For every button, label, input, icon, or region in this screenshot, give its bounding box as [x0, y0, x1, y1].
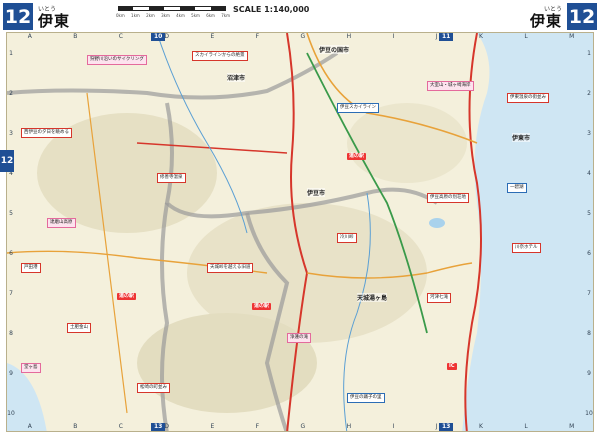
map-annotation[interactable]: 戸田港 [21, 263, 41, 273]
page-number-right: 12 [567, 3, 597, 30]
page-ref-tab[interactable]: 13 [439, 423, 454, 431]
map-annotation[interactable]: 西伊豆の夕日を眺める [21, 128, 72, 138]
place-label: 伊豆市 [307, 188, 326, 197]
page-ref-tab[interactable]: 13 [151, 423, 166, 431]
map-area[interactable]: A B C D E F G H I J K L M A B C D E F G … [6, 32, 594, 432]
grid-col: E [210, 33, 215, 40]
grid-col: K [478, 33, 483, 40]
map-annotation[interactable]: 松崎の町並み [137, 383, 170, 393]
grid-col: G [300, 33, 306, 40]
map-annotation[interactable]: 一碧湖 [507, 183, 527, 193]
map-annotation[interactable]: 伊東温泉の街並み [507, 93, 549, 103]
scale-tick: 4km [176, 13, 185, 18]
scale-tick: 3km [161, 13, 170, 18]
page-ref-tab[interactable]: 11 [439, 33, 454, 41]
grid-row: 1 [587, 49, 591, 57]
atlas-page: 12 いとう 伊東 0km 1km 2km 3km 4km 5km 6km 7k… [0, 0, 600, 432]
scale-ticks: 0km 1km 2km 3km 4km 5km 6km 7km [116, 13, 230, 18]
grid-col: M [569, 423, 575, 430]
map-graphics [7, 33, 593, 431]
page-ref-tab[interactable]: 10 [151, 33, 166, 41]
map-annotation[interactable]: 伊豆の踊子の里 [347, 393, 385, 403]
scale-bar [118, 6, 226, 11]
place-label: 沼津市 [227, 73, 246, 82]
place-name-right: 伊東 [529, 12, 562, 30]
map-annotation[interactable]: 河津七滝 [427, 293, 451, 303]
grid-col: J [435, 33, 438, 40]
scale-tick: 7km [221, 13, 230, 18]
scale-tick: 0km [116, 13, 125, 18]
grid-col: F [255, 33, 260, 40]
grid-col: A [27, 33, 32, 40]
map-annotation[interactable]: 達磨山高原 [47, 218, 76, 228]
grid-row: 5 [587, 209, 591, 217]
grid-col: B [73, 33, 78, 40]
grid-row: 10 [585, 409, 593, 417]
map-annotation[interactable]: 川奈ホテル [512, 243, 541, 253]
map-annotation[interactable]: スカイラインからの絶景 [192, 51, 248, 61]
grid-col: H [346, 33, 352, 40]
grid-col: H [346, 423, 352, 430]
map-annotation[interactable]: 伊豆高原の別荘地 [427, 193, 469, 203]
scale-label: SCALE 1:140,000 [233, 5, 310, 14]
page-number-left: 12 [3, 3, 33, 30]
grid-columns-top: A B C D E F G H I J K L M [7, 33, 593, 41]
grid-col: F [255, 423, 260, 430]
interchange-badge[interactable]: IC [447, 363, 457, 370]
grid-col: E [210, 423, 215, 430]
place-label: 天城湯ヶ島 [357, 293, 388, 302]
chapter-side-tab[interactable]: 12 [0, 150, 14, 172]
map-annotation[interactable]: 冷川峠 [337, 233, 357, 243]
grid-col: A [27, 423, 32, 430]
map-annotation[interactable]: 堂ヶ島 [21, 363, 41, 373]
grid-col: C [118, 423, 123, 430]
grid-row: 10 [7, 409, 15, 417]
grid-row: 3 [587, 129, 591, 137]
grid-col: C [118, 33, 123, 40]
map-annotation[interactable]: 修善寺温泉 [157, 173, 186, 183]
map-annotation[interactable]: 狩野川沿いのサイクリング [87, 55, 147, 65]
scale-tick: 1km [131, 13, 140, 18]
grid-row: 9 [9, 369, 13, 377]
grid-row: 5 [9, 209, 13, 217]
map-annotation[interactable]: 浄蓮の滝 [287, 333, 311, 343]
grid-col: B [73, 423, 78, 430]
map-annotation[interactable]: 大室山・城ヶ崎海岸 [427, 81, 474, 91]
map-annotation[interactable]: 伊豆スカイライン [337, 103, 379, 113]
grid-row: 2 [587, 89, 591, 97]
grid-row: 1 [9, 49, 13, 57]
grid-col: L [524, 33, 528, 40]
scale-tick: 5km [191, 13, 200, 18]
grid-row: 2 [9, 89, 13, 97]
place-label: 伊豆の国市 [319, 45, 350, 54]
grid-columns-bottom: A B C D E F G H I J K L M [7, 423, 593, 431]
grid-row: 4 [587, 169, 591, 177]
grid-col: G [300, 423, 306, 430]
map-annotation[interactable]: 土肥金山 [67, 323, 91, 333]
grid-row: 6 [587, 249, 591, 257]
grid-row: 9 [587, 369, 591, 377]
grid-row: 6 [9, 249, 13, 257]
map-annotation[interactable]: 天城峠を越える旧道 [207, 263, 254, 273]
scale-tick: 2km [146, 13, 155, 18]
grid-col: L [524, 423, 528, 430]
grid-col: M [569, 33, 575, 40]
place-name-left: 伊東 [38, 12, 71, 30]
roadside-station-badge[interactable]: 道の駅 [252, 303, 272, 310]
roadside-station-badge[interactable]: 道の駅 [347, 153, 367, 160]
grid-row: 8 [9, 329, 13, 337]
grid-col: I [392, 33, 395, 40]
grid-rows-right: 1 2 3 4 5 6 7 8 9 10 [585, 33, 593, 431]
grid-rows-left: 1 2 3 4 5 6 7 8 9 10 [7, 33, 15, 431]
grid-row: 8 [587, 329, 591, 337]
grid-col: K [478, 423, 483, 430]
scale-tick: 6km [206, 13, 215, 18]
roadside-station-badge[interactable]: 道の駅 [117, 293, 137, 300]
place-label: 伊東市 [512, 133, 531, 142]
grid-col: I [392, 423, 395, 430]
grid-row: 3 [9, 129, 13, 137]
grid-row: 7 [587, 289, 591, 297]
grid-row: 7 [9, 289, 13, 297]
grid-col: J [435, 423, 438, 430]
